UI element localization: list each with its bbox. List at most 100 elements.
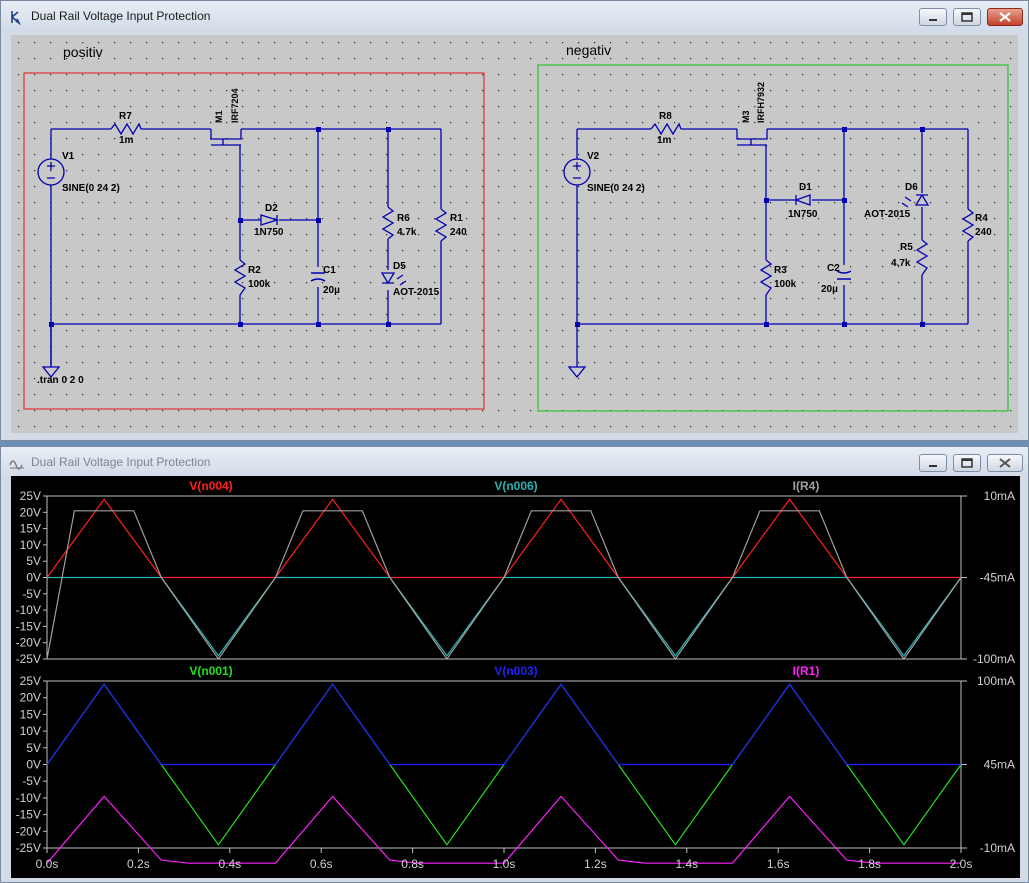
d5-name: D5: [393, 261, 406, 272]
top-left-tick-label: -20V: [16, 636, 41, 650]
minimize-icon: [929, 465, 937, 467]
x-tick-label: 1.2s: [584, 857, 607, 871]
schematic-app-icon: [11, 11, 21, 25]
waveform-restore-button[interactable]: [953, 454, 981, 472]
close-icon: [999, 458, 1011, 468]
schematic-window: Dual Rail Voltage Input Protection posit…: [0, 0, 1029, 441]
r4-value: 240: [975, 227, 992, 238]
x-tick-label: 0.4s: [218, 857, 241, 871]
m3-value: IRFH7932: [756, 82, 766, 123]
top-left-tick-label: 25V: [20, 489, 41, 503]
v1-name: V1: [62, 151, 75, 162]
waveform-window: Dual Rail Voltage Input Protection 25V 20…: [0, 446, 1029, 883]
r6-name: R6: [397, 213, 410, 224]
top-left-tick-label: -25V: [16, 652, 41, 666]
schematic-titlebar[interactable]: Dual Rail Voltage Input Protection: [1, 1, 1028, 31]
x-tick-label: 1.6s: [767, 857, 790, 871]
schematic-canvas[interactable]: positiv negativ V1 SINE(0 24 2) .tran 0 …: [11, 35, 1018, 433]
bottom-left-tick-label: -10V: [16, 791, 41, 805]
d1-name: D1: [799, 182, 812, 193]
x-tick-label: 0.6s: [310, 857, 333, 871]
r4-name: R4: [975, 213, 988, 224]
r8-name: R8: [659, 111, 672, 122]
x-tick-label: 1.0s: [493, 857, 516, 871]
bottom-right-tick-label: 100mA: [977, 674, 1015, 688]
bottom-left-tick-label: 0V: [26, 758, 41, 772]
v2-value: SINE(0 24 2): [587, 183, 645, 194]
top-trace-label: V(n004): [189, 479, 232, 493]
waveform-app-icon: [9, 460, 24, 470]
bottom-left-tick-label: 10V: [20, 724, 41, 738]
r1-value: 240: [450, 227, 467, 238]
r3-value: 100k: [774, 279, 797, 290]
top-left-tick-label: -15V: [16, 619, 41, 633]
x-tick-label: 0.2s: [127, 857, 150, 871]
top-left-tick-label: -10V: [16, 603, 41, 617]
bottom-left-tick-label: -25V: [16, 841, 41, 855]
x-tick-label: 0.8s: [401, 857, 424, 871]
x-tick-label: 2.0s: [950, 857, 973, 871]
r8-value: 1m: [657, 135, 672, 146]
x-tick-label: 1.4s: [675, 857, 698, 871]
schematic-window-title: Dual Rail Voltage Input Protection: [31, 9, 211, 23]
r1-name: R1: [450, 213, 463, 224]
c1-value: 20µ: [323, 285, 340, 296]
top-right-tick-label: 10mA: [984, 489, 1015, 503]
waveform-close-button[interactable]: [987, 454, 1023, 472]
bottom-left-tick-label: -15V: [16, 808, 41, 822]
v2-name: V2: [587, 151, 600, 162]
restore-button[interactable]: [953, 8, 981, 26]
d6-value: AOT-2015: [864, 209, 911, 220]
c2-name: C2: [827, 263, 840, 274]
minimize-button[interactable]: [919, 8, 947, 26]
top-trace-label: I(R4): [793, 479, 820, 493]
x-tick-label: 1.8s: [858, 857, 881, 871]
bottom-left-tick-label: -5V: [22, 774, 41, 788]
tran-directive[interactable]: .tran 0 2 0: [37, 375, 84, 386]
d6-name: D6: [905, 182, 918, 193]
r6-value: 4.7k: [397, 227, 417, 238]
top-left-tick-label: 0V: [26, 571, 41, 585]
d2-value: 1N750: [254, 227, 284, 238]
waveform-titlebar[interactable]: Dual Rail Voltage Input Protection: [1, 447, 1028, 477]
top-right-tick-label: -45mA: [980, 571, 1015, 585]
m1-name: M1: [214, 110, 224, 123]
bottom-trace-label: V(n003): [494, 664, 537, 678]
bottom-left-tick-label: 25V: [20, 674, 41, 688]
bottom-left-tick-label: 20V: [20, 691, 41, 705]
waveform-minimize-button[interactable]: [919, 454, 947, 472]
top-right-tick-label: -100mA: [973, 652, 1015, 666]
r5-name: R5: [900, 242, 913, 253]
top-left-tick-label: 15V: [20, 522, 41, 536]
d2-name: D2: [265, 203, 278, 214]
c2-value: 20µ: [821, 284, 838, 295]
restore-icon: [961, 12, 973, 22]
negative-section-label: negativ: [566, 42, 611, 58]
bottom-right-tick-label: -10mA: [980, 841, 1015, 855]
positive-section-label: positiv: [63, 44, 103, 60]
r2-name: R2: [248, 265, 261, 276]
bottom-trace-label: I(R1): [793, 664, 820, 678]
close-button[interactable]: [987, 8, 1023, 26]
d1-value: 1N750: [788, 209, 818, 220]
bottom-left-tick-label: -20V: [16, 824, 41, 838]
top-left-tick-label: -5V: [22, 587, 41, 601]
c1-name: C1: [323, 265, 336, 276]
minimize-icon: [929, 19, 937, 21]
r7-value: 1m: [119, 135, 134, 146]
top-left-tick-label: 20V: [20, 505, 41, 519]
x-tick-label: 0.0s: [36, 857, 59, 871]
waveform-plot-area[interactable]: 25V 20V 15V 10V 5V 0V -5V -10V -15V -20V -25V 10mA -…: [11, 476, 1020, 878]
r2-value: 100k: [248, 279, 271, 290]
bottom-left-tick-label: 15V: [20, 707, 41, 721]
d5-value: AOT-2015: [393, 287, 440, 298]
v1-value: SINE(0 24 2): [62, 183, 120, 194]
waveform-window-title: Dual Rail Voltage Input Protection: [31, 455, 211, 469]
top-left-tick-label: 5V: [26, 554, 41, 568]
close-icon: [999, 12, 1011, 22]
m3-name: M3: [741, 110, 751, 123]
restore-icon: [961, 458, 973, 468]
r7-name: R7: [119, 111, 132, 122]
r3-name: R3: [774, 265, 787, 276]
r5-value: 4.7k: [891, 258, 911, 269]
